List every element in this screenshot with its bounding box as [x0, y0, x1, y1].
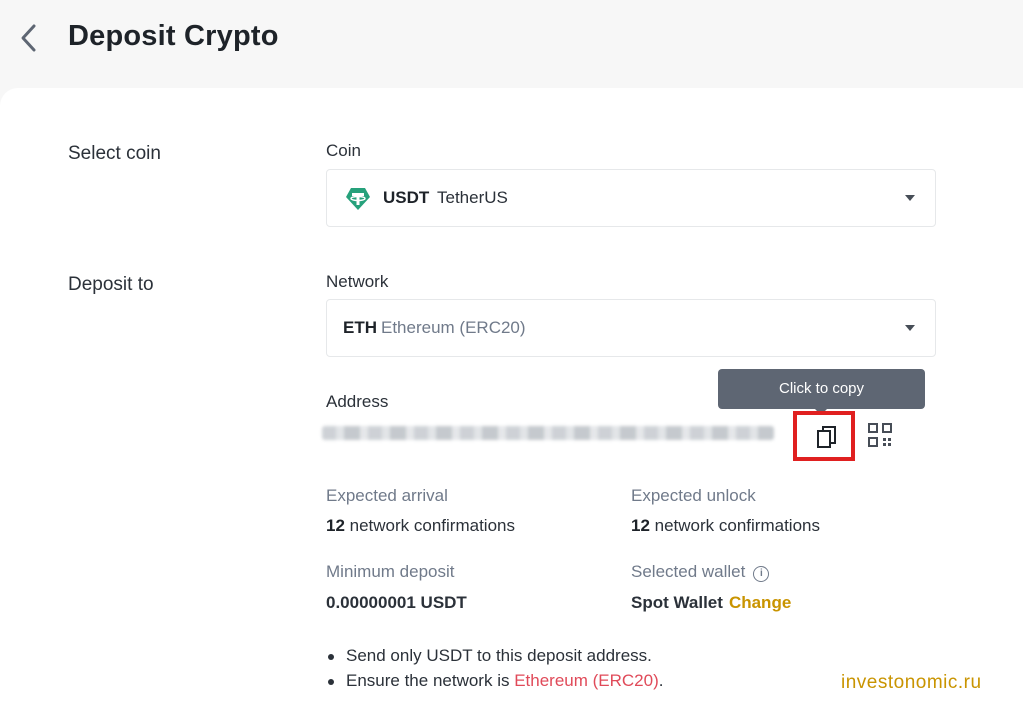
- expected-arrival-value: 12 network confirmations: [326, 516, 515, 536]
- selected-wallet-label: Selected wallet: [631, 562, 746, 581]
- note-item: Ensure the network is Ethereum (ERC20).: [326, 671, 664, 696]
- chevron-left-icon: [21, 24, 36, 52]
- note-text: .: [658, 671, 664, 690]
- arrival-text: network confirmations: [344, 516, 515, 535]
- expected-unlock-value: 12 network confirmations: [631, 516, 820, 536]
- change-wallet-link[interactable]: Change: [729, 593, 791, 612]
- note-network: Ethereum (ERC20): [514, 671, 659, 690]
- note-text: Ensure the network is: [346, 671, 515, 690]
- arrival-count: 12: [326, 516, 345, 535]
- coin-select[interactable]: USDT TetherUS: [326, 169, 936, 227]
- minimum-deposit-value: 0.00000001 USDT: [326, 593, 467, 612]
- expected-unlock-label: Expected unlock: [631, 486, 756, 505]
- deposit-to-label: Deposit to: [68, 274, 154, 295]
- coin-field-label: Coin: [326, 141, 361, 160]
- note-coin: USDT: [426, 646, 473, 665]
- page-header: Deposit Crypto: [0, 0, 1023, 92]
- tether-coin-icon: [346, 188, 370, 210]
- network-symbol: ETH: [343, 318, 377, 337]
- note-item: Send only USDT to this deposit address.: [326, 646, 664, 671]
- note-text: Send only: [346, 646, 427, 665]
- minimum-deposit-label: Minimum deposit: [326, 562, 455, 581]
- select-coin-label: Select coin: [68, 143, 161, 164]
- selected-wallet-label-row: Selected wallet i: [631, 562, 770, 582]
- deposit-notes: Send only USDT to this deposit address. …: [326, 646, 664, 696]
- unlock-count: 12: [631, 516, 650, 535]
- caret-down-icon: [905, 195, 915, 201]
- caret-down-icon: [905, 325, 915, 331]
- network-select[interactable]: ETH Ethereum (ERC20): [326, 299, 936, 357]
- copy-icon: [817, 426, 836, 448]
- watermark: investonomic.ru: [841, 672, 982, 693]
- selected-wallet-value-row: Spot Wallet Change: [631, 593, 791, 613]
- note-text: to this deposit address.: [472, 646, 652, 665]
- copy-address-button[interactable]: [793, 411, 855, 461]
- qr-code-icon[interactable]: [868, 423, 892, 447]
- deposit-address-blurred[interactable]: [322, 426, 774, 440]
- unlock-text: network confirmations: [649, 516, 820, 535]
- address-label: Address: [326, 392, 389, 411]
- network-name: Ethereum (ERC20): [381, 318, 526, 337]
- expected-arrival-label: Expected arrival: [326, 486, 448, 505]
- network-field-label: Network: [326, 272, 389, 291]
- info-icon[interactable]: i: [753, 566, 770, 582]
- copy-tooltip: Click to copy: [718, 369, 925, 409]
- page-title: Deposit Crypto: [68, 20, 279, 52]
- coin-name: TetherUS: [437, 188, 508, 207]
- coin-symbol: USDT: [383, 188, 430, 207]
- selected-wallet-value: Spot Wallet: [631, 593, 723, 612]
- back-button[interactable]: [14, 20, 44, 56]
